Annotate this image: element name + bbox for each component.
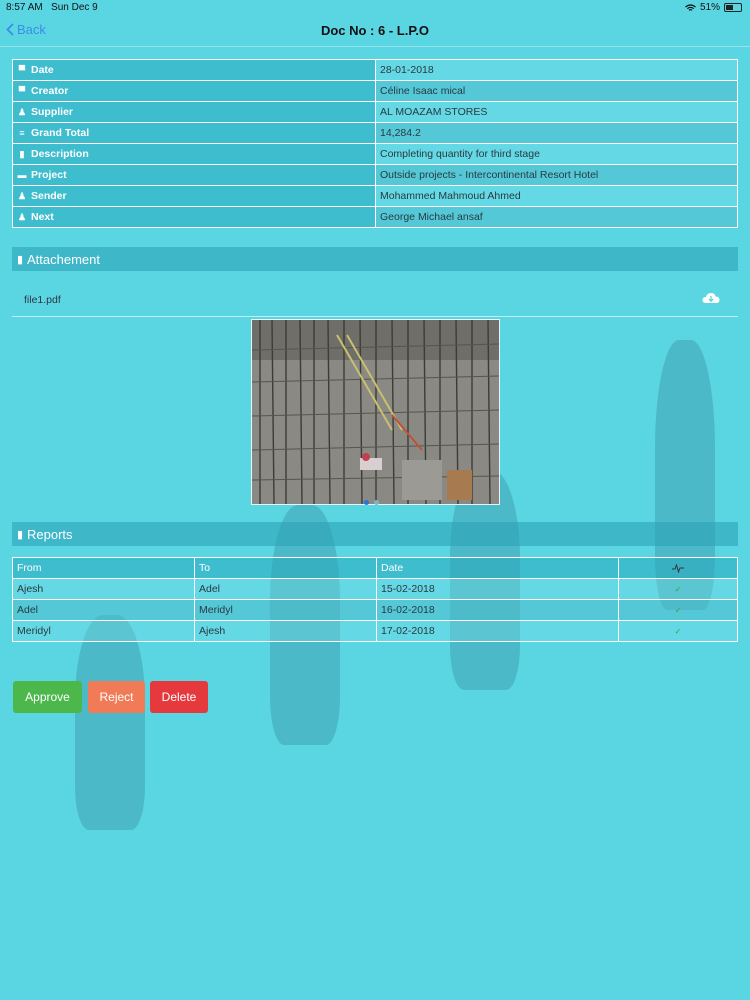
info-row-creator: ▀ Creator Céline Isaac mical xyxy=(12,80,738,102)
cell-date: 15-02-2018 xyxy=(376,578,619,600)
info-value: Céline Isaac mical xyxy=(375,80,738,102)
check-icon: ✓ xyxy=(674,584,682,594)
nav-bar: Back Doc No : 6 - L.P.O xyxy=(0,16,750,47)
cell-to: Ajesh xyxy=(194,620,377,642)
info-label: Sender xyxy=(31,190,67,202)
document-icon: ▮ xyxy=(16,253,24,266)
status-time: 8:57 AM Sun Dec 9 xyxy=(6,2,98,13)
column-header-date: Date xyxy=(376,557,619,579)
reports-title: Reports xyxy=(27,526,73,542)
document-info-table: ▀ Date 28-01-2018 ▀ Creator Céline Isaac m… xyxy=(12,59,738,228)
info-label: Grand Total xyxy=(31,127,90,139)
construction-photo xyxy=(252,320,499,504)
info-row-next: ♟ Next George Michael ansaf xyxy=(12,206,738,228)
status-bar: 8:57 AM Sun Dec 9 51% xyxy=(0,0,750,16)
cell-to: Meridyl xyxy=(194,599,377,621)
table-row[interactable]: Adel Meridyl 16-02-2018 ✓ xyxy=(12,599,738,621)
status-time-text: 8:57 AM xyxy=(6,2,43,13)
info-label: Next xyxy=(31,211,54,223)
info-value: AL MOAZAM STORES xyxy=(375,101,738,123)
attachment-section-header: ▮ Attachement xyxy=(12,247,738,271)
info-row-supplier: ♟ Supplier AL MOAZAM STORES xyxy=(12,101,738,123)
calendar-icon: ▀ xyxy=(18,86,26,96)
cell-date: 16-02-2018 xyxy=(376,599,619,621)
table-row[interactable]: Ajesh Adel 15-02-2018 ✓ xyxy=(12,578,738,600)
battery-percent: 51% xyxy=(699,2,720,13)
document-icon: ▮ xyxy=(19,149,25,159)
cell-status: ✓ xyxy=(618,578,738,600)
info-row-sender: ♟ Sender Mohammed Mahmoud Ahmed xyxy=(12,185,738,207)
info-label: Project xyxy=(31,169,67,181)
pager-dot-active[interactable] xyxy=(364,500,369,505)
attachment-file-row[interactable]: file1.pdf xyxy=(12,284,738,317)
activity-icon xyxy=(672,563,684,573)
reject-button[interactable]: Reject xyxy=(88,681,145,713)
info-value: Outside projects - Intercontinental Reso… xyxy=(375,164,738,186)
page-title: Doc No : 6 - L.P.O xyxy=(320,23,430,38)
info-label: Description xyxy=(31,148,89,160)
info-label: Date xyxy=(31,64,54,76)
approve-button[interactable]: Approve xyxy=(13,681,82,713)
check-icon: ✓ xyxy=(674,605,682,615)
cell-status: ✓ xyxy=(618,620,738,642)
info-value: Mohammed Mahmoud Ahmed xyxy=(375,185,738,207)
user-icon: ♟ xyxy=(17,191,27,201)
info-row-project: ▬ Project Outside projects - Intercontine… xyxy=(12,164,738,186)
battery-icon xyxy=(724,3,742,12)
wifi-icon xyxy=(685,3,696,11)
calendar-icon: ▀ xyxy=(18,65,26,75)
delete-button[interactable]: Delete xyxy=(150,681,208,713)
attachment-title: Attachement xyxy=(27,251,100,267)
folder-icon: ▬ xyxy=(17,170,27,180)
reports-section-header: ▮ Reports xyxy=(12,522,738,546)
info-row-description: ▮ Description Completing quantity for thi… xyxy=(12,143,738,165)
info-row-grand-total: ≡ Grand Total 14,284.2 xyxy=(12,122,738,144)
image-pager[interactable] xyxy=(364,500,379,505)
cloud-download-icon[interactable] xyxy=(702,292,720,304)
info-label: Supplier xyxy=(31,106,74,118)
background-figure xyxy=(75,615,145,830)
info-value: 28-01-2018 xyxy=(375,59,738,81)
column-header-from: From xyxy=(12,557,195,579)
table-row[interactable]: Meridyl Ajesh 17-02-2018 ✓ xyxy=(12,620,738,642)
file-name: file1.pdf xyxy=(24,294,61,306)
cell-from: Meridyl xyxy=(12,620,195,642)
list-icon: ≡ xyxy=(19,128,25,138)
document-icon: ▮ xyxy=(16,528,24,541)
check-icon: ✓ xyxy=(674,626,682,636)
info-label: Creator xyxy=(31,85,69,97)
reports-table: From To Date Ajesh Adel 15-02-2018 ✓ Ade… xyxy=(12,557,738,642)
cell-from: Adel xyxy=(12,599,195,621)
pager-dot[interactable] xyxy=(374,500,379,505)
info-value: George Michael ansaf xyxy=(375,206,738,228)
cell-to: Adel xyxy=(194,578,377,600)
reports-header-row: From To Date xyxy=(12,557,738,579)
cell-status: ✓ xyxy=(618,599,738,621)
info-value: Completing quantity for third stage xyxy=(375,143,738,165)
cell-date: 17-02-2018 xyxy=(376,620,619,642)
user-icon: ♟ xyxy=(17,107,27,117)
status-date-text: Sun Dec 9 xyxy=(51,2,98,13)
status-right: 51% xyxy=(685,2,742,13)
attachment-image[interactable] xyxy=(251,319,500,505)
cell-from: Ajesh xyxy=(12,578,195,600)
info-value: 14,284.2 xyxy=(375,122,738,144)
column-header-status xyxy=(618,557,738,579)
info-row-date: ▀ Date 28-01-2018 xyxy=(12,59,738,81)
user-icon: ♟ xyxy=(17,212,27,222)
column-header-to: To xyxy=(194,557,377,579)
